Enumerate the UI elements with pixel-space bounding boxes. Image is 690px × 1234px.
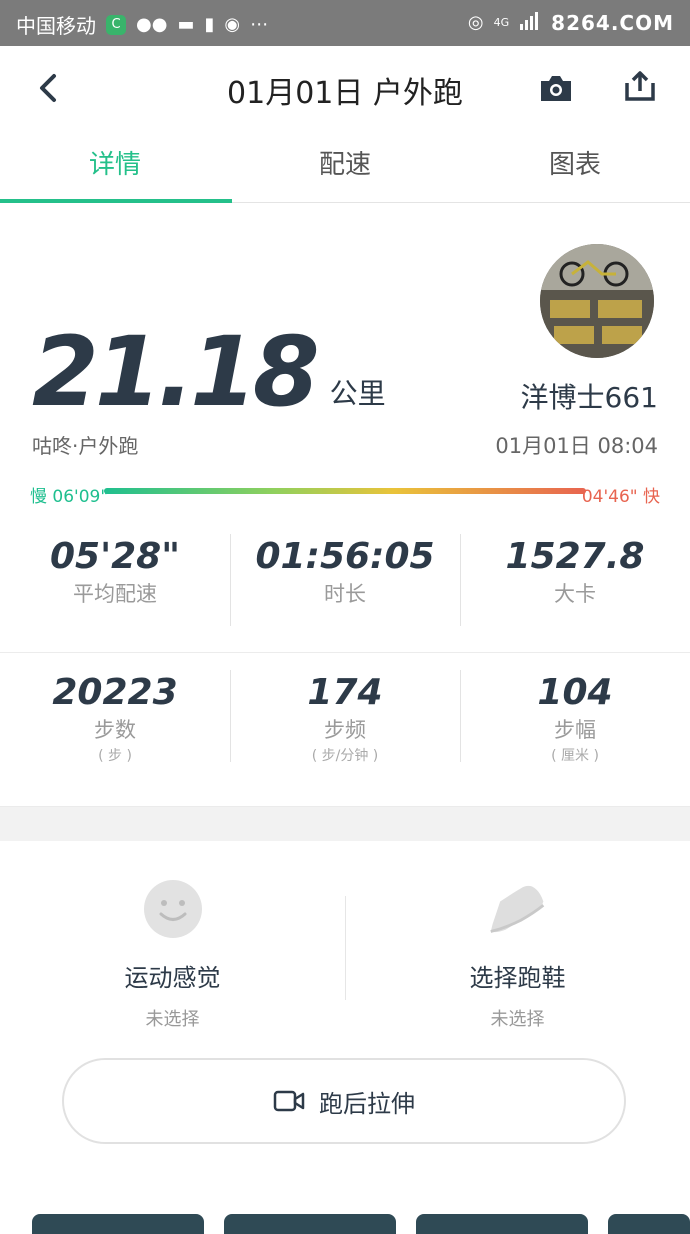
running-shoe-title: 选择跑鞋 [469,964,566,992]
exercise-feeling-option[interactable]: 运动感觉 未选择 [0,862,345,1032]
post-run-stretch-button[interactable]: 跑后拉伸 [62,1058,626,1144]
stat-unit: ( 步/分钟 ) [311,748,379,764]
stat-calories: 1527.8 大卡 [460,534,690,626]
stat-value: 01:56:05 [255,536,435,577]
share-icon [625,71,655,101]
stat-label: 平均配速 [73,582,157,606]
distance-unit: 公里 [329,377,386,410]
distance-value: 21.18 [32,316,320,428]
stat-label: 步数 [94,718,136,742]
carrier-label: 中国移动 [16,14,96,38]
slowest-pace-label: 慢 06'09" [30,487,109,507]
stat-label: 时长 [324,582,366,606]
fastest-pace-label: 04'46" 快 [581,487,660,507]
battery-alert-icon: ▮ [204,13,215,35]
stat-value: 104 [537,672,613,713]
stat-value: 1527.8 [505,536,645,577]
camera-icon [541,76,571,101]
avatar[interactable] [540,244,654,358]
bottom-card[interactable] [224,1214,396,1234]
running-shoe-status: 未选择 [490,1009,545,1030]
bottom-card-strip [0,1214,690,1234]
stat-stride: 104 步幅 ( 厘米 ) [460,670,690,768]
running-shoe-option[interactable]: 选择跑鞋 未选择 [345,862,690,1032]
status-bar-left: 中国移动 C ●● ▬ ▮ ◉ ⋯ [16,10,268,39]
stat-label: 步幅 [554,718,596,742]
stat-value: 05'28" [50,536,180,577]
section-separator [0,806,690,841]
stat-label: 步频 [324,718,366,742]
post-run-options: 运动感觉 未选择 选择跑鞋 未选择 [0,862,690,1032]
header: 01月01日 户外跑 [0,46,690,130]
active-tab-indicator [0,199,232,203]
pace-gradient-bar [104,488,586,494]
stats-row-secondary: 20223 步数 ( 步 ) 174 步频 ( 步/分钟 ) 104 步幅 ( … [0,670,690,768]
camera-button[interactable] [532,66,580,110]
stat-unit: ( 厘米 ) [551,748,599,764]
stat-avg-pace: 05'28" 平均配速 [0,534,230,608]
tab-charts[interactable]: 图表 [460,130,690,202]
activity-datetime: 01月01日 08:04 [495,434,658,458]
status-bar: 中国移动 C ●● ▬ ▮ ◉ ⋯ ◎ 4G 8264.COM [0,0,690,46]
activity-source-label: 咕咚·户外跑 [32,434,139,458]
stat-duration: 01:56:05 时长 [230,534,460,626]
tab-bar: 详情 配速 图表 [0,130,690,203]
bottom-card[interactable] [608,1214,690,1234]
stat-value: 174 [307,672,383,713]
video-camera-icon [273,1090,305,1112]
running-shoe-icon [487,878,549,940]
status-bar-right: ◎ 4G 8264.COM [468,10,674,35]
share-button[interactable] [616,64,664,108]
location-icon: ◎ [467,11,484,33]
bottom-card[interactable] [32,1214,204,1234]
app-notification-icon: C [106,14,126,35]
pace-range: 慢 06'09" 04'46" 快 [30,478,660,507]
tab-details[interactable]: 详情 [0,130,230,202]
more-notifications-icon: ⋯ [250,13,269,35]
bottom-card[interactable] [416,1214,588,1234]
distance-display: 21.18 公里 [32,322,386,422]
watermark-label: 8264.COM [551,10,674,35]
stat-cadence: 174 步频 ( 步/分钟 ) [230,670,460,768]
message-icon: ▬ [177,13,195,35]
tab-pace[interactable]: 配速 [230,130,460,202]
stretch-button-label: 跑后拉伸 [319,1089,415,1118]
stat-label: 大卡 [554,582,596,606]
stat-steps: 20223 步数 ( 步 ) [0,670,230,768]
network-type-label: 4G [493,16,510,29]
exercise-feeling-title: 运动感觉 [124,964,221,992]
wechat-icon: ●● [136,13,168,35]
username[interactable]: 洋博士661 [521,376,658,416]
signal-icon [519,10,541,35]
stat-unit: ( 步 ) [98,748,132,764]
smiley-icon [142,878,204,940]
page-title: 01月01日 户外跑 [227,76,463,111]
weibo-icon: ◉ [224,13,241,35]
exercise-feeling-status: 未选择 [145,1009,200,1030]
stats-row-primary: 05'28" 平均配速 01:56:05 时长 1527.8 大卡 [0,534,690,626]
stat-value: 20223 [52,672,178,713]
stats-divider [0,652,690,653]
